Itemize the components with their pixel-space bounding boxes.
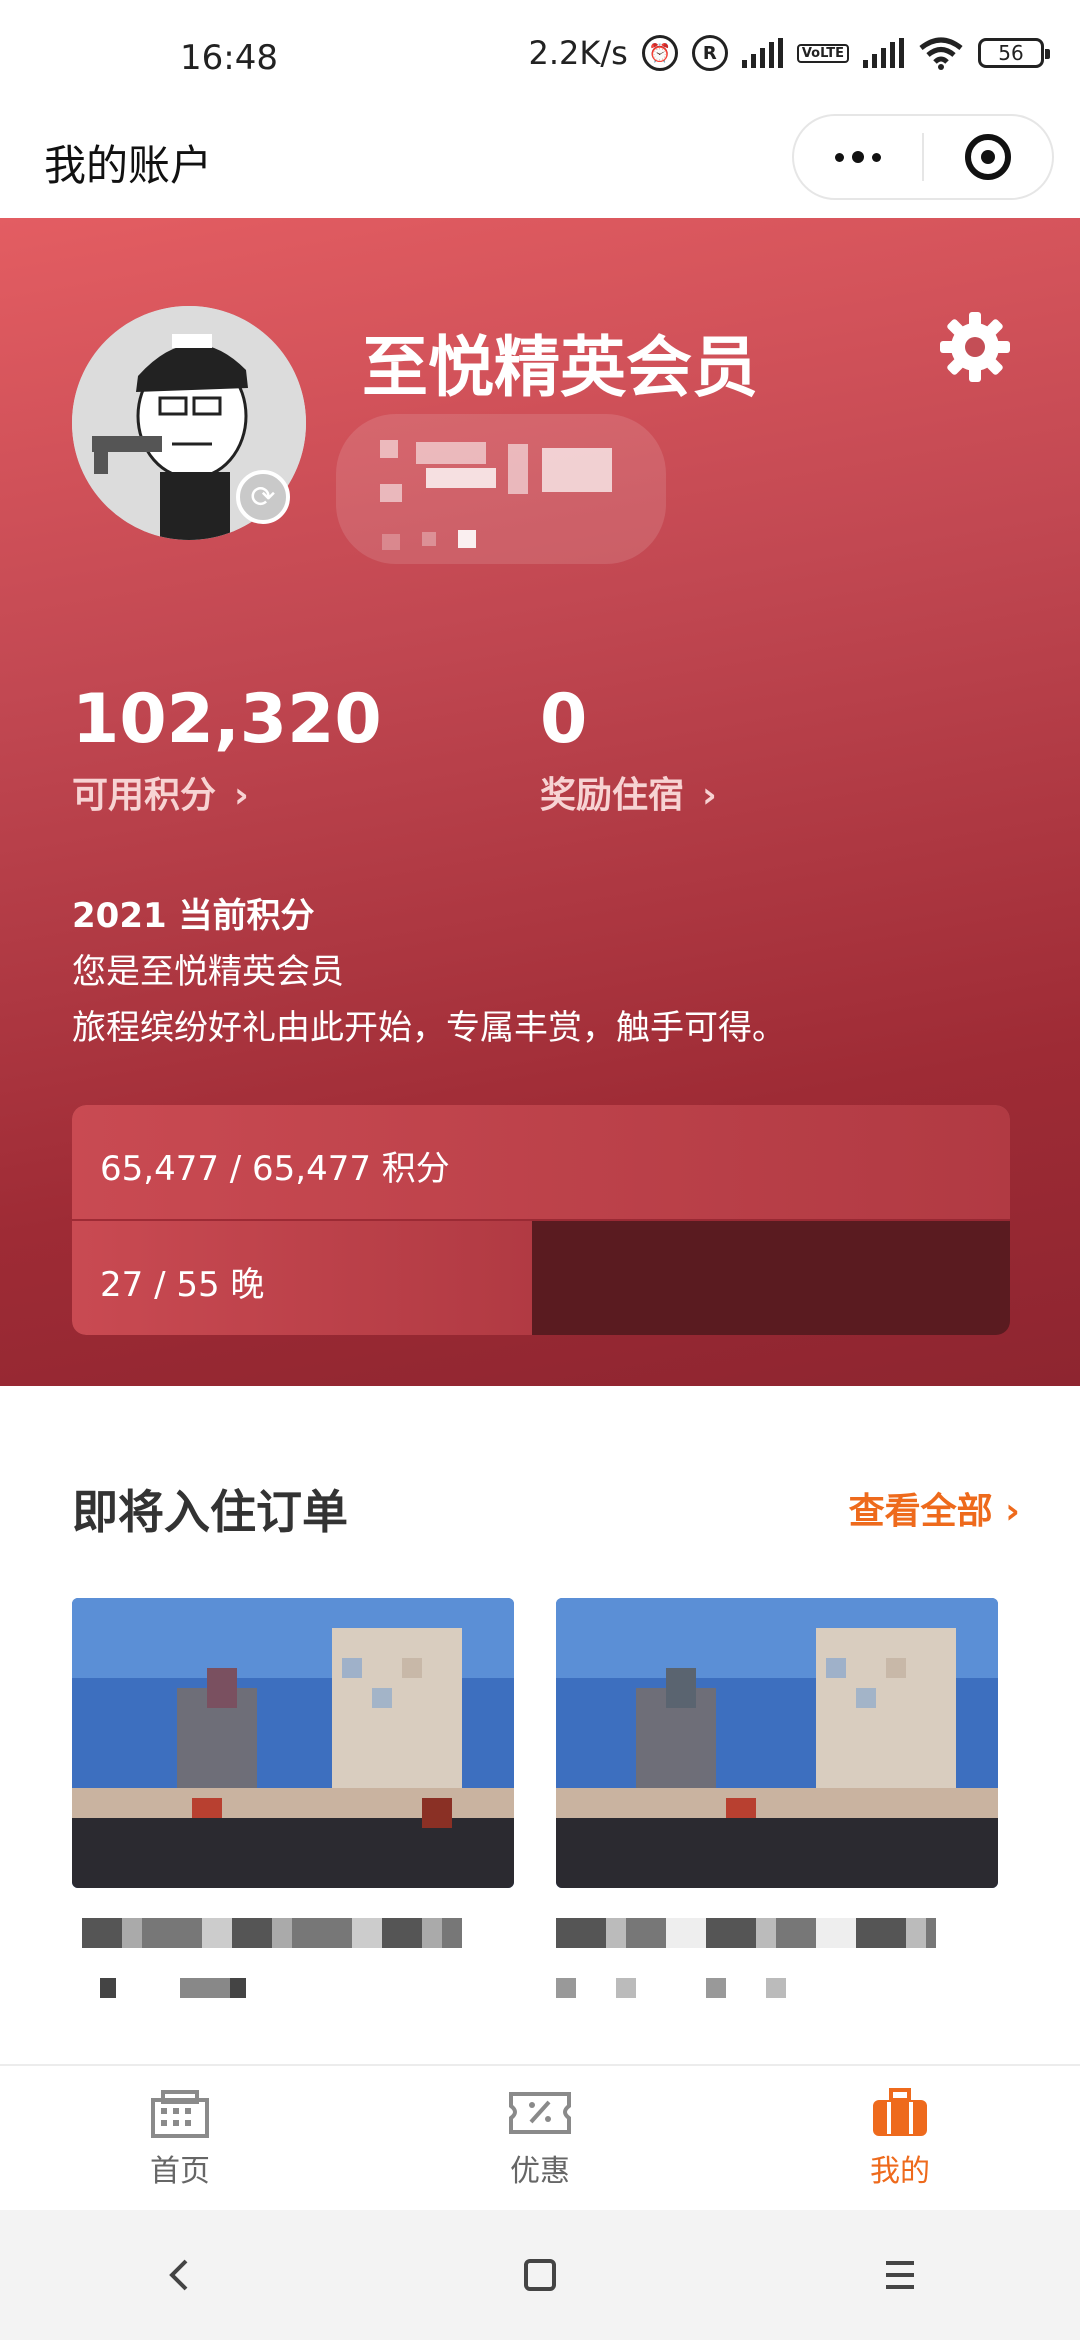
status-bar: 16:48 2.2K/s ⏰ R VoLTE 56 <box>0 0 1080 104</box>
menu-icon <box>886 2261 914 2289</box>
menu-button[interactable] <box>860 2235 940 2315</box>
battery-icon: 56 <box>978 38 1050 68</box>
reward-value: 0 <box>540 680 588 759</box>
status-time: 16:48 <box>180 38 278 78</box>
hotel-image <box>556 1598 998 1888</box>
hotel-image <box>72 1598 514 1888</box>
section-title: 即将入住订单 <box>72 1485 348 1539</box>
masked-hotel-name <box>556 1918 936 1948</box>
building-icon <box>151 2090 209 2138</box>
home-button[interactable] <box>500 2235 580 2315</box>
order-card[interactable] <box>72 1598 514 1998</box>
nights-progress-text: 27 / 55 晚 <box>100 1265 265 1305</box>
points-value: 102,320 <box>72 680 382 759</box>
points-progress-text: 65,477 / 65,477 积分 <box>100 1149 450 1189</box>
system-nav-bar <box>0 2210 1080 2340</box>
close-button[interactable] <box>924 116 1052 198</box>
refresh-icon[interactable]: ⟳ <box>236 470 290 524</box>
status-icons: 2.2K/s ⏰ R VoLTE 56 <box>528 34 1050 72</box>
tab-home[interactable]: 首页 <box>0 2066 360 2212</box>
registered-icon: R <box>691 35 728 71</box>
bottom-tab-bar: 首页 优惠 我的 <box>0 2064 1080 2212</box>
masked-order-date <box>556 1978 816 1998</box>
masked-member-id <box>336 414 666 584</box>
mini-program-capsule <box>792 114 1054 200</box>
tab-label: 首页 <box>150 2154 210 2189</box>
page-title: 我的账户 <box>44 141 213 190</box>
tab-mine[interactable]: 我的 <box>720 2066 1080 2212</box>
tab-offers[interactable]: 优惠 <box>360 2066 720 2212</box>
reward-label-row: 奖励住宿 › <box>540 766 717 818</box>
gear-icon[interactable] <box>938 310 1012 384</box>
volte-icon: VoLTE <box>796 43 849 63</box>
tab-label: 优惠 <box>510 2154 570 2189</box>
reward-stat[interactable]: 0 奖励住宿 › <box>540 680 717 818</box>
more-button[interactable] <box>794 116 922 198</box>
tier-progress: 65,477 / 65,477 积分 27 / 55 晚 <box>72 1105 1010 1337</box>
signal-icon <box>741 38 783 68</box>
member-level: 至悦精英会员 <box>362 329 758 406</box>
home-square-icon <box>524 2259 556 2291</box>
briefcase-icon <box>873 2088 927 2136</box>
points-stat[interactable]: 102,320 可用积分 › <box>72 680 382 818</box>
current-heading: 2021 当前积分 <box>72 896 315 936</box>
alarm-icon: ⏰ <box>641 35 678 71</box>
points-label: 可用积分 <box>72 775 217 816</box>
chevron-right-icon: › <box>702 775 717 816</box>
wifi-icon <box>919 37 963 70</box>
target-icon <box>965 134 1011 180</box>
coupon-icon <box>509 2092 571 2134</box>
masked-order-date <box>100 1978 290 1998</box>
member-hero: ⟳ 至悦精英会员 102,320 可用积分 › 0 奖励住宿 › 2021 当前… <box>0 218 1080 1386</box>
title-bar: 我的账户 <box>0 104 1080 218</box>
back-button[interactable] <box>140 2235 220 2315</box>
points-progress-bar: 65,477 / 65,477 积分 <box>72 1105 1010 1219</box>
more-dots-icon <box>835 151 881 163</box>
current-points-info: 2021 当前积分 您是至悦精英会员 旅程缤纷好礼由此开始，专属丰赏，触手可得。 <box>72 888 786 1056</box>
masked-hotel-name <box>82 1918 462 1948</box>
net-speed: 2.2K/s <box>528 34 628 72</box>
back-icon <box>169 2259 188 2291</box>
order-card[interactable] <box>556 1598 998 1998</box>
tab-label: 我的 <box>870 2154 930 2189</box>
current-line-1: 您是至悦精英会员 <box>72 952 344 992</box>
view-all-link[interactable]: 查看全部 › <box>849 1482 1020 1534</box>
signal-icon-2 <box>863 38 904 68</box>
reward-label: 奖励住宿 <box>540 775 685 816</box>
nights-progress-bar: 27 / 55 晚 <box>72 1221 1010 1335</box>
current-line-2: 旅程缤纷好礼由此开始，专属丰赏，触手可得。 <box>72 1008 786 1048</box>
points-label-row: 可用积分 › <box>72 766 382 818</box>
chevron-right-icon: › <box>234 775 249 816</box>
